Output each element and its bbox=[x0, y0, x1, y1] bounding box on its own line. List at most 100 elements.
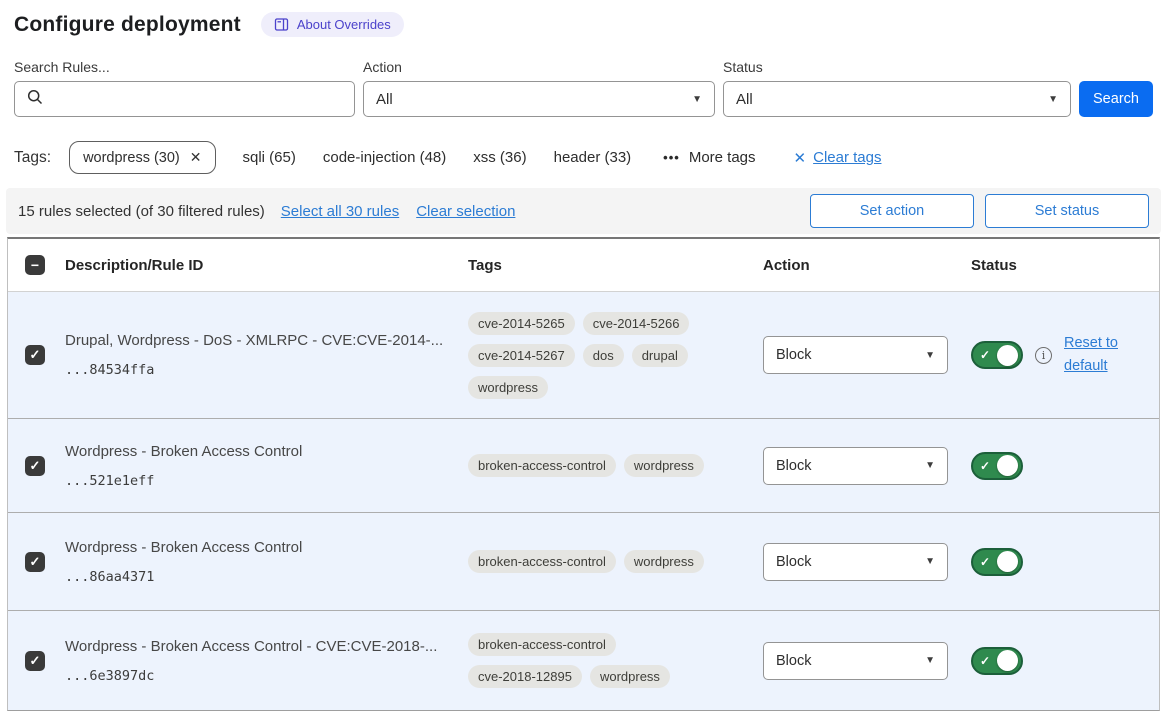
status-toggle[interactable]: ✓ bbox=[971, 548, 1023, 576]
search-label: Search Rules... bbox=[14, 59, 355, 75]
column-header-description: Description/Rule ID bbox=[56, 257, 459, 274]
row-action-value: Block bbox=[776, 554, 811, 570]
search-button[interactable]: Search bbox=[1079, 81, 1153, 117]
toggle-knob bbox=[997, 345, 1018, 366]
tag-suggestion-header[interactable]: header (33) bbox=[554, 149, 632, 166]
check-icon: ✓ bbox=[976, 555, 990, 569]
action-filter-value: All bbox=[376, 91, 393, 108]
tag-pill: wordpress bbox=[468, 376, 548, 399]
remove-tag-icon[interactable]: ✕ bbox=[190, 149, 202, 166]
set-status-button[interactable]: Set status bbox=[985, 194, 1149, 228]
filters-bar: Search Rules... Action All ▼ bbox=[14, 59, 1153, 117]
tag-pill: broken-access-control bbox=[468, 454, 616, 477]
row-action-value: Block bbox=[776, 347, 811, 363]
rule-id: ...86aa4371 bbox=[65, 569, 459, 585]
more-tags-label: More tags bbox=[689, 149, 756, 166]
about-overrides-badge[interactable]: About Overrides bbox=[261, 12, 404, 37]
rule-tags: broken-access-control wordpress bbox=[459, 454, 731, 477]
set-action-button[interactable]: Set action bbox=[810, 194, 974, 228]
clear-tags-link[interactable]: ✕ Clear tags bbox=[794, 149, 882, 167]
caret-down-icon: ▼ bbox=[925, 556, 935, 567]
tag-pill: wordpress bbox=[624, 454, 704, 477]
row-action-select[interactable]: Block ▼ bbox=[763, 447, 948, 485]
status-filter-select[interactable]: All ▼ bbox=[723, 81, 1071, 117]
status-filter-value: All bbox=[736, 91, 753, 108]
check-icon: ✓ bbox=[976, 459, 990, 473]
selected-tag-label: wordpress (30) bbox=[83, 150, 180, 166]
toggle-knob bbox=[997, 455, 1018, 476]
more-tags-button[interactable]: ••• More tags bbox=[663, 149, 755, 166]
table-row: ✓ Wordpress - Broken Access Control - CV… bbox=[8, 611, 1159, 710]
row-action-select[interactable]: Block ▼ bbox=[763, 543, 948, 581]
clear-selection-link[interactable]: Clear selection bbox=[416, 203, 515, 220]
table-row: ✓ Drupal, Wordpress - DoS - XMLRPC - CVE… bbox=[8, 292, 1159, 419]
tags-label: Tags: bbox=[14, 149, 51, 167]
table-header-row: − Description/Rule ID Tags Action Status bbox=[8, 239, 1159, 292]
caret-down-icon: ▼ bbox=[925, 350, 935, 361]
tag-pill: wordpress bbox=[624, 550, 704, 573]
title-row: Configure deployment About Overrides bbox=[14, 12, 1153, 37]
close-icon: ✕ bbox=[794, 149, 807, 167]
column-header-action: Action bbox=[754, 257, 962, 274]
rule-id: ...6e3897dc bbox=[65, 668, 459, 684]
tag-pill: cve-2014-5267 bbox=[468, 344, 575, 367]
tag-pill: wordpress bbox=[590, 665, 670, 688]
search-icon bbox=[27, 89, 43, 109]
tag-pill: drupal bbox=[632, 344, 688, 367]
select-all-checkbox[interactable]: − bbox=[25, 255, 45, 275]
check-icon: ✓ bbox=[30, 458, 41, 474]
book-icon bbox=[274, 17, 289, 32]
rule-id: ...84534ffa bbox=[65, 362, 459, 378]
toggle-knob bbox=[997, 650, 1018, 671]
rule-description: Wordpress - Broken Access Control - CVE:… bbox=[65, 638, 459, 655]
row-action-select[interactable]: Block ▼ bbox=[763, 336, 948, 374]
status-toggle[interactable]: ✓ bbox=[971, 452, 1023, 480]
status-toggle[interactable]: ✓ bbox=[971, 647, 1023, 675]
tag-pill: dos bbox=[583, 344, 624, 367]
rule-description: Wordpress - Broken Access Control bbox=[65, 443, 459, 460]
about-overrides-label: About Overrides bbox=[297, 17, 391, 32]
reset-to-default-link[interactable]: Reset to default bbox=[1064, 332, 1128, 378]
row-checkbox[interactable]: ✓ bbox=[25, 456, 45, 476]
tag-pill: cve-2018-12895 bbox=[468, 665, 582, 688]
tag-pill: cve-2014-5265 bbox=[468, 312, 575, 335]
minus-icon: − bbox=[31, 257, 39, 273]
select-all-link[interactable]: Select all 30 rules bbox=[281, 203, 399, 220]
caret-down-icon: ▼ bbox=[925, 460, 935, 471]
tag-pill: cve-2014-5266 bbox=[583, 312, 690, 335]
rule-tags: broken-access-control cve-2018-12895 wor… bbox=[459, 633, 731, 688]
caret-down-icon: ▼ bbox=[692, 94, 702, 105]
selection-summary: 15 rules selected (of 30 filtered rules) bbox=[18, 203, 265, 220]
table-row: ✓ Wordpress - Broken Access Control ...5… bbox=[8, 419, 1159, 513]
page-title: Configure deployment bbox=[14, 13, 241, 37]
rule-tags: broken-access-control wordpress bbox=[459, 550, 731, 573]
row-checkbox[interactable]: ✓ bbox=[25, 651, 45, 671]
tag-pill: broken-access-control bbox=[468, 550, 616, 573]
caret-down-icon: ▼ bbox=[1048, 94, 1058, 105]
action-filter-label: Action bbox=[363, 59, 715, 75]
row-checkbox[interactable]: ✓ bbox=[25, 345, 45, 365]
rule-id: ...521e1eff bbox=[65, 473, 459, 489]
tag-suggestion-code-injection[interactable]: code-injection (48) bbox=[323, 149, 446, 166]
status-filter-label: Status bbox=[723, 59, 1071, 75]
toggle-knob bbox=[997, 551, 1018, 572]
check-icon: ✓ bbox=[976, 654, 990, 668]
row-action-value: Block bbox=[776, 653, 811, 669]
check-icon: ✓ bbox=[30, 653, 41, 669]
search-input[interactable] bbox=[14, 81, 355, 117]
selected-tag-chip[interactable]: wordpress (30) ✕ bbox=[69, 141, 215, 174]
caret-down-icon: ▼ bbox=[925, 655, 935, 666]
status-toggle[interactable]: ✓ bbox=[971, 341, 1023, 369]
action-filter-select[interactable]: All ▼ bbox=[363, 81, 715, 117]
rules-table: − Description/Rule ID Tags Action Status… bbox=[7, 237, 1160, 711]
check-icon: ✓ bbox=[30, 347, 41, 363]
row-action-select[interactable]: Block ▼ bbox=[763, 642, 948, 680]
tag-pill: broken-access-control bbox=[468, 633, 616, 656]
tags-bar: Tags: wordpress (30) ✕ sqli (65) code-in… bbox=[14, 141, 1153, 174]
tag-suggestion-sqli[interactable]: sqli (65) bbox=[243, 149, 296, 166]
configure-deployment-page: Configure deployment About Overrides Sea… bbox=[0, 0, 1167, 711]
row-checkbox[interactable]: ✓ bbox=[25, 552, 45, 572]
table-row: ✓ Wordpress - Broken Access Control ...8… bbox=[8, 513, 1159, 611]
info-icon[interactable]: i bbox=[1035, 347, 1052, 364]
tag-suggestion-xss[interactable]: xss (36) bbox=[473, 149, 526, 166]
